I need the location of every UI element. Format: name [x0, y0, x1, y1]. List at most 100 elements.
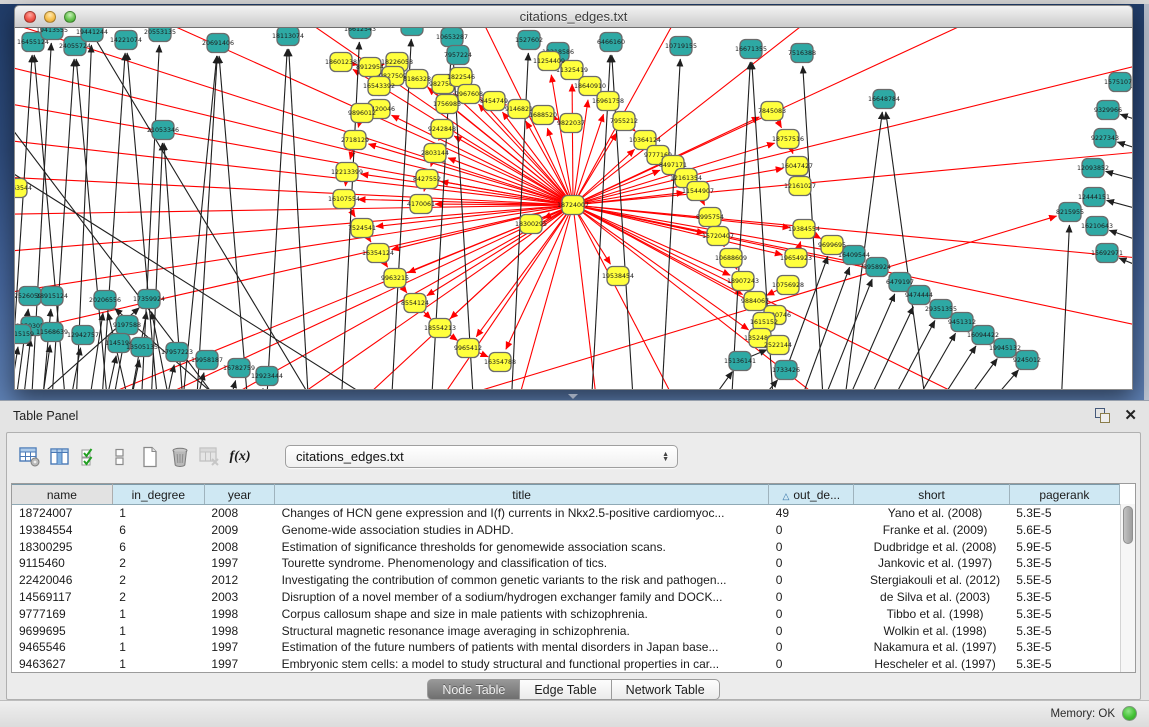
close-panel-icon[interactable]: ✕ — [1124, 408, 1137, 423]
table-row[interactable]: 946362711997Embryonic stem cells: a mode… — [12, 656, 1120, 673]
graph-node[interactable]: 21053346 — [147, 121, 179, 140]
graph-node[interactable]: 1733426 — [772, 361, 800, 380]
table-cell[interactable]: 0 — [769, 606, 854, 623]
table-cell[interactable]: Estimation of significance thresholds fo… — [275, 539, 769, 556]
table-cell[interactable]: 1997 — [204, 555, 274, 572]
graph-edge[interactable] — [15, 55, 573, 205]
scrollbar-thumb[interactable] — [1123, 506, 1133, 544]
graph-node[interactable]: 9965412 — [454, 339, 482, 358]
table-cell[interactable]: 1 — [112, 656, 204, 673]
graph-node[interactable]: 15692971 — [1091, 244, 1123, 263]
table-cell[interactable]: 9115460 — [12, 555, 112, 572]
graph-node[interactable]: 17359924 — [133, 290, 165, 309]
graph-node[interactable]: 4170061 — [407, 195, 435, 214]
graph-node[interactable]: 10719155 — [665, 37, 697, 56]
graph-node[interactable]: 1822546 — [447, 68, 475, 87]
graph-node[interactable]: 8554124 — [401, 294, 429, 313]
graph-node[interactable]: 16107554 — [328, 190, 360, 209]
table-cell[interactable]: 0 — [769, 522, 854, 539]
minimize-window-button[interactable] — [44, 11, 56, 23]
graph-node[interactable]: 10653287 — [436, 28, 468, 47]
graph-node[interactable]: 14221074 — [110, 31, 142, 50]
table-row[interactable]: 1830029562008Estimation of significance … — [12, 539, 1120, 556]
graph-edge[interactable] — [20, 339, 31, 389]
table-cell[interactable]: 1998 — [204, 623, 274, 640]
table-cell[interactable]: 5.3E-5 — [1009, 606, 1119, 623]
graph-edge[interactable] — [690, 372, 732, 389]
graph-node[interactable]: 15136141 — [724, 352, 756, 371]
table-cell[interactable]: 5.3E-5 — [1009, 656, 1119, 673]
table-cell[interactable]: 2012 — [204, 572, 274, 589]
column-header-out_de[interactable]: △out_de... — [769, 485, 854, 505]
table-cell[interactable]: 9777169 — [12, 606, 112, 623]
table-cell[interactable]: 2009 — [204, 522, 274, 539]
table-cell[interactable]: 0 — [769, 572, 854, 589]
graph-node[interactable]: 16648784 — [868, 90, 900, 109]
graph-node[interactable]: 18601238 — [325, 53, 357, 72]
graph-edge[interactable] — [390, 39, 411, 389]
table-row[interactable]: 946554611997Estimation of the future num… — [12, 639, 1120, 656]
table-cell[interactable]: Disruption of a novel member of a sodium… — [275, 589, 769, 606]
graph-node[interactable]: 12093852 — [1077, 159, 1109, 178]
table-cell[interactable]: Nakamura et al. (1997) — [854, 639, 1009, 656]
graph-node[interactable]: 20553135 — [144, 28, 176, 42]
memory-status-indicator[interactable] — [1122, 706, 1137, 721]
graph-edge[interactable] — [250, 388, 263, 389]
table-row[interactable]: 2242004622012Investigating the contribut… — [12, 572, 1120, 589]
graph-node[interactable]: 2718129 — [341, 131, 369, 150]
graph-edge[interactable] — [1106, 171, 1132, 186]
graph-edge[interactable] — [15, 347, 18, 389]
table-cell[interactable]: 2 — [112, 572, 204, 589]
graph-edge[interactable] — [265, 49, 287, 389]
graph-edge[interactable] — [1120, 114, 1132, 128]
graph-node[interactable]: 15751074 — [1104, 73, 1132, 92]
graph-node[interactable]: 8995754 — [696, 208, 724, 227]
graph-node[interactable]: 19958187 — [191, 351, 223, 370]
table-row[interactable]: 1872400712008Changes of HCN gene express… — [12, 505, 1120, 522]
table-cell[interactable]: Yano et al. (2008) — [854, 505, 1009, 522]
graph-edge[interactable] — [1119, 258, 1132, 275]
graph-node[interactable]: 1688520 — [529, 106, 557, 125]
table-cell[interactable]: 22420046 — [12, 572, 112, 589]
graph-edge[interactable] — [1107, 200, 1132, 215]
table-cell[interactable]: 2003 — [204, 589, 274, 606]
graph-node[interactable]: 19654923 — [780, 249, 812, 268]
graph-node[interactable]: 16671355 — [735, 40, 767, 59]
column-header-in_degree[interactable]: in_degree — [112, 485, 204, 505]
column-header-year[interactable]: year — [204, 485, 274, 505]
table-cell[interactable]: Tourette syndrome. Phenomenology and cla… — [275, 555, 769, 572]
table-row[interactable]: 911546021997Tourette syndrome. Phenomeno… — [12, 555, 1120, 572]
graph-edge[interactable] — [340, 42, 359, 389]
table-cell[interactable]: 2 — [112, 589, 204, 606]
column-header-short[interactable]: short — [854, 485, 1009, 505]
table-cell[interactable]: Genome-wide association studies in ADHD. — [275, 522, 769, 539]
table-cell[interactable]: 9463627 — [12, 656, 112, 673]
graph-node[interactable]: 16210643 — [1081, 217, 1113, 236]
graph-node[interactable]: 9822037 — [557, 114, 585, 133]
graph-node[interactable]: 20691406 — [202, 34, 234, 53]
table-cell[interactable]: 18300295 — [12, 539, 112, 556]
graph-node[interactable]: 12213399 — [331, 163, 363, 182]
table-cell[interactable]: 5.3E-5 — [1009, 555, 1119, 572]
graph-node[interactable]: 18554213 — [424, 319, 456, 338]
graph-node[interactable]: 7524541 — [348, 219, 376, 238]
graph-node[interactable]: 8427552 — [413, 170, 441, 189]
graph-edge[interactable] — [835, 294, 895, 389]
table-cell[interactable]: 5.9E-5 — [1009, 539, 1119, 556]
table-cell[interactable]: 1997 — [204, 639, 274, 656]
graph-edge[interactable] — [289, 49, 310, 389]
graph-edge[interactable] — [15, 205, 573, 300]
graph-edge[interactable] — [572, 84, 573, 205]
split-pane-handle[interactable] — [568, 394, 578, 399]
graph-node[interactable]: 9227343 — [1091, 129, 1119, 148]
table-cell[interactable]: 5.3E-5 — [1009, 505, 1119, 522]
graph-edge[interactable] — [922, 346, 976, 389]
table-cell[interactable]: 5.6E-5 — [1009, 522, 1119, 539]
table-cell[interactable]: 0 — [769, 539, 854, 556]
graph-edge[interactable] — [100, 356, 116, 389]
graph-node[interactable]: 9896012 — [348, 104, 376, 123]
close-window-button[interactable] — [24, 11, 36, 23]
graph-node[interactable]: 9699695 — [818, 236, 846, 255]
function-builder-button[interactable]: f(x) — [225, 443, 255, 471]
graph-node[interactable]: 7955212 — [610, 112, 638, 131]
